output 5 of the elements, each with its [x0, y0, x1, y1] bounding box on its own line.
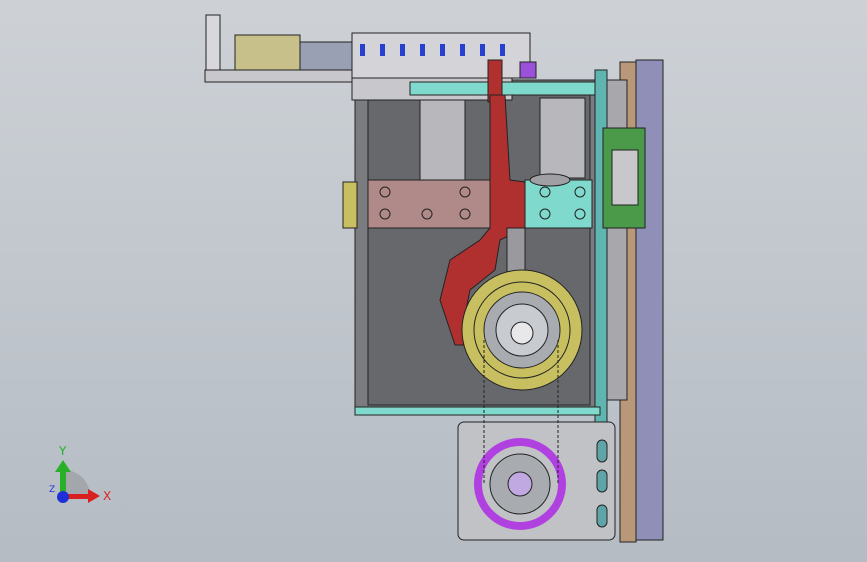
axis-triad-drawing: [55, 460, 100, 503]
z-axis-label: Z: [49, 485, 56, 495]
y-axis-label: Y: [59, 444, 66, 458]
cad-viewport[interactable]: Y Z X: [0, 0, 867, 562]
x-axis-label: X: [103, 489, 112, 503]
